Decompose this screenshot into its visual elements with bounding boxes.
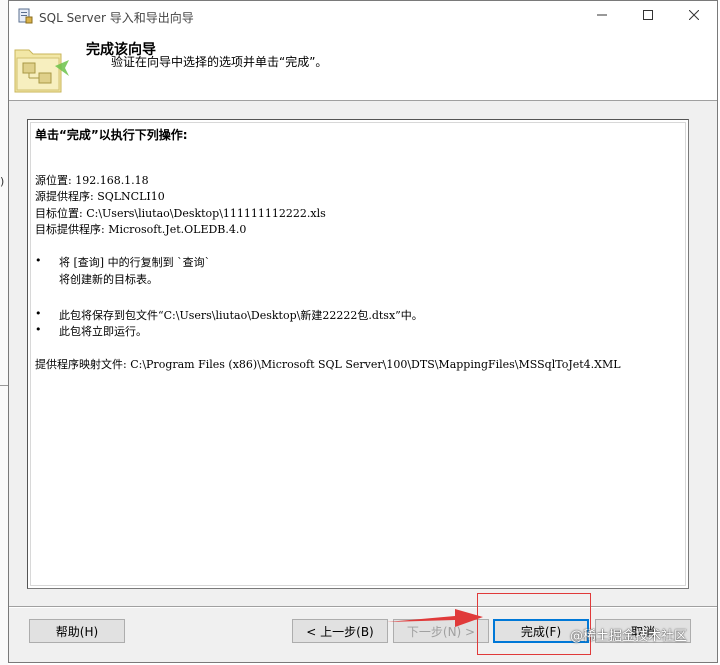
summary-line-source-provider: 源提供程序: SQLNCLI10 xyxy=(35,190,165,203)
summary-heading: 单击“完成”以执行下列操作: xyxy=(35,128,188,142)
red-arrow-annotation-icon xyxy=(387,609,483,627)
summary-line-mapping-file: 提供程序映射文件: C:\Program Files (x86)\Microso… xyxy=(35,358,621,371)
finish-highlight-annotation xyxy=(477,593,591,655)
wizard-window: SQL Server 导入和导出向导 完成该向导 验证在向导中选择的选项并单击“… xyxy=(8,0,718,663)
app-icon xyxy=(18,8,33,24)
footer-divider xyxy=(9,606,717,608)
bullet-marker: • xyxy=(35,307,42,320)
background-window-edge xyxy=(0,0,8,665)
background-divider xyxy=(0,385,8,386)
title-bar[interactable]: SQL Server 导入和导出向导 xyxy=(9,1,717,32)
summary-line-dest-location: 目标位置: C:\Users\liutao\Desktop\1111111122… xyxy=(35,207,326,220)
summary-bullet-copy: 将 [查询] 中的行复制到 `查询` xyxy=(59,256,211,269)
wizard-header: 完成该向导 验证在向导中选择的选项并单击“完成”。 xyxy=(9,32,717,101)
summary-line-source-location: 源位置: 192.168.1.18 xyxy=(35,174,149,187)
summary-line-dest-provider: 目标提供程序: Microsoft.Jet.OLEDB.4.0 xyxy=(35,223,247,236)
window-title: SQL Server 导入和导出向导 xyxy=(39,11,194,25)
watermark-text: @稀土掘金技术社区 xyxy=(570,629,688,644)
summary-content: 单击“完成”以执行下列操作: 源位置: 192.168.1.18 源提供程序: … xyxy=(30,122,686,586)
summary-bullet-run: 此包将立即运行。 xyxy=(59,325,147,338)
maximize-icon xyxy=(643,10,653,20)
close-icon xyxy=(688,9,700,21)
bullet-marker: • xyxy=(35,323,42,336)
maximize-button[interactable] xyxy=(625,1,671,32)
close-button[interactable] xyxy=(671,1,717,32)
minimize-button[interactable] xyxy=(579,1,625,32)
wizard-icon xyxy=(14,49,69,93)
back-button[interactable]: < 上一步(B) xyxy=(292,619,388,643)
bullet-marker: • xyxy=(35,254,42,267)
summary-textbox[interactable]: 单击“完成”以执行下列操作: 源位置: 192.168.1.18 源提供程序: … xyxy=(27,119,689,589)
minimize-icon xyxy=(597,14,607,16)
page-subtitle: 验证在向导中选择的选项并单击“完成”。 xyxy=(111,55,328,69)
summary-bullet-copy-detail: 将创建新的目标表。 xyxy=(59,273,158,286)
background-fragment: ) xyxy=(0,175,5,188)
summary-bullet-save: 此包将保存到包文件“C:\Users\liutao\Desktop\新建2222… xyxy=(59,309,423,322)
help-button[interactable]: 帮助(H) xyxy=(29,619,125,643)
